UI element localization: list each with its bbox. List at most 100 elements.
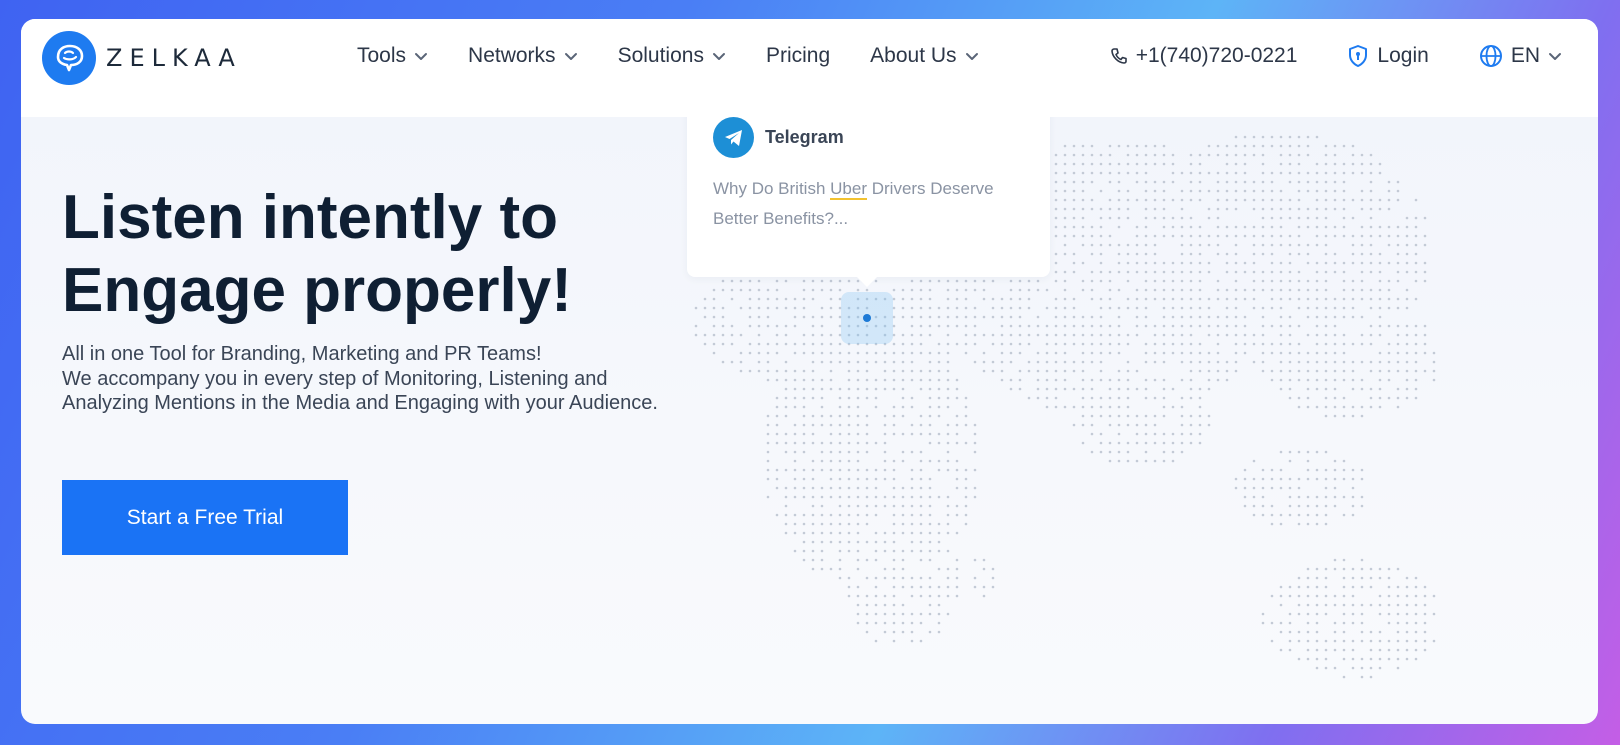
map-dot <box>910 450 914 454</box>
map-dot <box>1081 369 1085 373</box>
nav-pricing[interactable]: Pricing <box>766 44 830 68</box>
map-dot <box>1180 198 1184 202</box>
map-dot <box>1144 432 1148 436</box>
map-dot <box>1234 279 1238 283</box>
nav-tools[interactable]: Tools <box>357 44 428 68</box>
map-dot <box>1117 414 1121 418</box>
map-dot <box>1153 423 1157 427</box>
map-dot <box>1144 396 1148 400</box>
map-dot <box>1306 585 1310 589</box>
map-dot <box>919 594 923 598</box>
phone-link[interactable]: +1(740)720-0221 <box>1110 44 1297 68</box>
map-dot <box>1171 432 1175 436</box>
map-dot <box>874 477 878 481</box>
map-dot <box>883 531 887 535</box>
map-dot <box>1405 657 1409 661</box>
map-dot <box>766 423 770 427</box>
map-dot <box>1360 387 1364 391</box>
map-dot <box>874 495 878 499</box>
map-dot <box>1063 270 1067 274</box>
map-dot <box>757 351 761 355</box>
map-dot <box>928 315 932 319</box>
map-dot <box>1153 207 1157 211</box>
map-dot <box>1315 495 1319 499</box>
map-dot <box>1306 612 1310 616</box>
map-dot <box>982 585 986 589</box>
map-dot <box>1135 315 1139 319</box>
map-dot <box>1180 396 1184 400</box>
map-dot <box>784 468 788 472</box>
map-dot <box>1369 297 1373 301</box>
map-dot <box>892 351 896 355</box>
map-dot <box>1234 486 1238 490</box>
map-dot <box>1315 324 1319 328</box>
mention-card[interactable]: Telegram Why Do British Uber Drivers Des… <box>687 101 1050 287</box>
map-dot <box>1396 333 1400 337</box>
map-dot <box>874 468 878 472</box>
map-dot <box>820 558 824 562</box>
map-dot <box>811 540 815 544</box>
map-location-pin[interactable] <box>841 292 893 344</box>
map-dot <box>811 459 815 463</box>
map-dot <box>1180 378 1184 382</box>
map-dot <box>1108 405 1112 409</box>
map-dot <box>838 495 842 499</box>
map-dot <box>991 360 995 364</box>
map-dot <box>784 405 788 409</box>
map-dot <box>1207 243 1211 247</box>
map-dot <box>775 333 779 337</box>
map-dot <box>1342 297 1346 301</box>
map-dot <box>1369 405 1373 409</box>
map-dot <box>901 558 905 562</box>
map-dot <box>1252 306 1256 310</box>
map-dot <box>1081 324 1085 328</box>
nav-networks[interactable]: Networks <box>468 44 578 68</box>
map-dot <box>1270 252 1274 256</box>
map-dot <box>1279 198 1283 202</box>
map-dot <box>847 495 851 499</box>
map-dot <box>1036 315 1040 319</box>
map-dot <box>1333 495 1337 499</box>
nav-solutions[interactable]: Solutions <box>618 44 726 68</box>
map-dot <box>1369 153 1373 157</box>
map-dot <box>1108 333 1112 337</box>
map-dot <box>766 441 770 445</box>
map-dot <box>1243 261 1247 265</box>
map-dot <box>1036 351 1040 355</box>
map-dot <box>1117 162 1121 166</box>
map-dot <box>937 603 941 607</box>
map-dot <box>784 333 788 337</box>
map-dot <box>748 288 752 292</box>
map-dot <box>1360 225 1364 229</box>
login-link[interactable]: Login <box>1347 44 1429 68</box>
map-dot <box>1207 360 1211 364</box>
map-dot <box>1324 477 1328 481</box>
map-dot <box>856 504 860 508</box>
map-dot <box>1216 369 1220 373</box>
map-dot <box>1261 171 1265 175</box>
map-dot <box>1054 198 1058 202</box>
nav-about-us[interactable]: About Us <box>870 44 978 68</box>
map-dot <box>1234 270 1238 274</box>
logo[interactable]: ZELKAA <box>42 31 242 85</box>
map-dot <box>1027 360 1031 364</box>
map-dot <box>1072 234 1076 238</box>
language-selector[interactable]: EN <box>1479 44 1562 68</box>
map-dot <box>1162 342 1166 346</box>
map-dot <box>919 324 923 328</box>
map-dot <box>1297 477 1301 481</box>
chevron-down-icon <box>712 52 726 61</box>
start-free-trial-button[interactable]: Start a Free Trial <box>62 480 348 555</box>
map-dot <box>1315 315 1319 319</box>
map-dot <box>1342 234 1346 238</box>
map-dot <box>1324 180 1328 184</box>
map-dot <box>1342 162 1346 166</box>
map-dot <box>1306 252 1310 256</box>
map-dot <box>1117 423 1121 427</box>
map-dot <box>1126 423 1130 427</box>
map-dot <box>1054 396 1058 400</box>
map-dot <box>1333 468 1337 472</box>
map-dot <box>847 585 851 589</box>
map-dot <box>1225 324 1229 328</box>
map-dot <box>1234 288 1238 292</box>
